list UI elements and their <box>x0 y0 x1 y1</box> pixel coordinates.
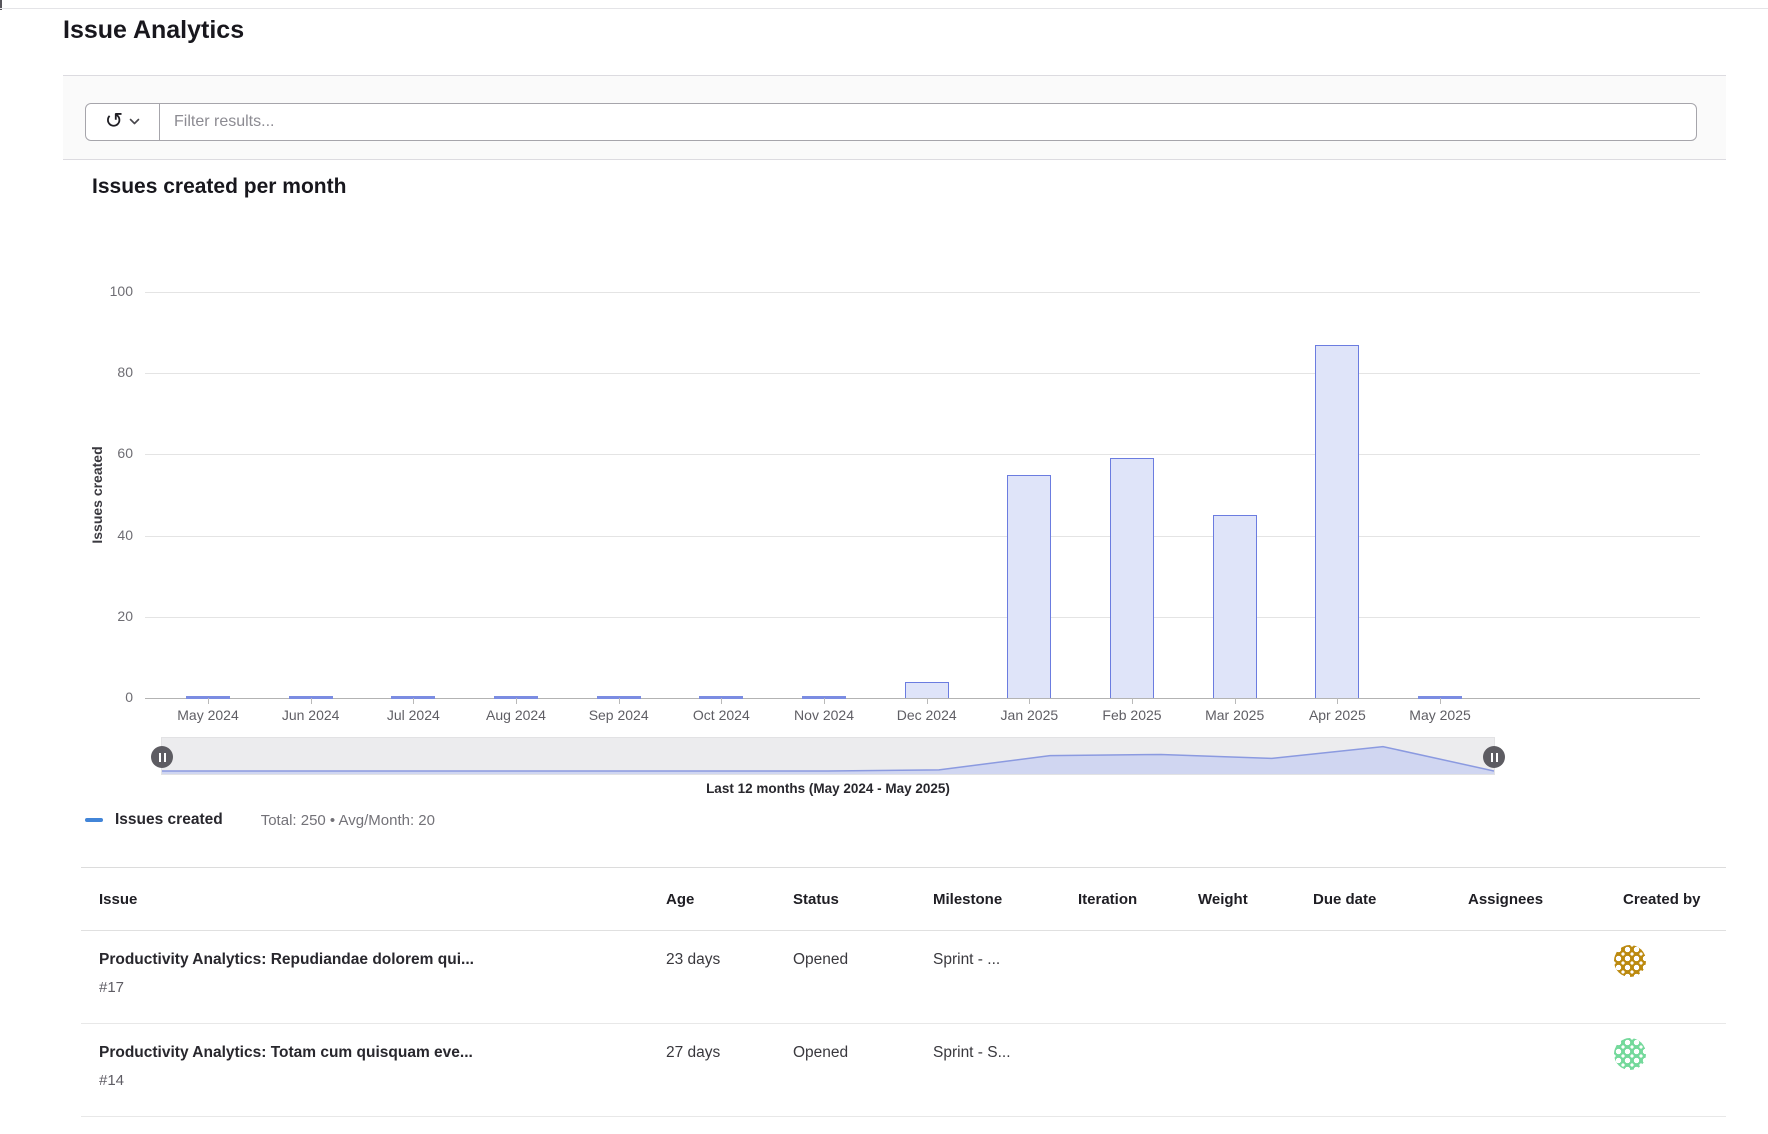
column-header-milestone: Milestone <box>915 891 1060 908</box>
age-cell: 23 days <box>648 948 775 1023</box>
gridline <box>145 617 1700 618</box>
issues-table: IssueAgeStatusMilestoneIterationWeightDu… <box>81 867 1726 1117</box>
x-axis-tick <box>824 698 825 704</box>
filter-input[interactable] <box>160 104 1696 140</box>
column-header-assignees: Assignees <box>1450 891 1605 908</box>
chart-bar[interactable] <box>1213 515 1257 698</box>
gridline <box>145 373 1700 374</box>
column-header-due-date: Due date <box>1295 891 1450 908</box>
chart-bar[interactable] <box>1007 475 1051 698</box>
x-tick-label: Feb 2025 <box>1081 707 1183 723</box>
status-cell: Opened <box>775 1041 915 1116</box>
column-header-created-by: Created by <box>1605 891 1726 908</box>
chart-bar[interactable] <box>905 682 949 698</box>
column-header-issue: Issue <box>81 891 648 908</box>
weight-cell <box>1180 948 1295 1023</box>
table-row: Productivity Analytics: Totam cum quisqu… <box>81 1024 1726 1117</box>
age-cell: 27 days <box>648 1041 775 1116</box>
column-header-age: Age <box>648 891 775 908</box>
weight-cell <box>1180 1041 1295 1116</box>
filter-history-button[interactable]: ↺ <box>86 104 160 140</box>
x-tick-label: Jun 2024 <box>260 707 362 723</box>
slider-minimap <box>162 738 1494 774</box>
y-tick-label: 0 <box>63 689 133 705</box>
chart-bar[interactable] <box>1315 345 1359 698</box>
gridline <box>145 536 1700 537</box>
legend-dash-icon <box>85 818 103 822</box>
x-axis-tick <box>311 698 312 704</box>
x-axis-tick <box>1029 698 1030 704</box>
y-tick-label: 40 <box>63 527 133 543</box>
created-by-cell <box>1605 948 1726 1023</box>
table-header-row: IssueAgeStatusMilestoneIterationWeightDu… <box>81 867 1726 931</box>
x-axis-tick <box>619 698 620 704</box>
x-tick-label: Aug 2024 <box>465 707 567 723</box>
top-divider <box>0 8 1768 9</box>
gridline <box>145 292 1700 293</box>
chart-bar[interactable] <box>1110 458 1154 698</box>
x-tick-label: Apr 2025 <box>1286 707 1388 723</box>
iteration-cell <box>1060 1041 1180 1116</box>
milestone-cell: Sprint - S... <box>915 1041 1060 1116</box>
y-tick-label: 60 <box>63 445 133 461</box>
issue-ref: #14 <box>99 1071 648 1091</box>
x-axis-tick <box>516 698 517 704</box>
column-header-iteration: Iteration <box>1060 891 1180 908</box>
x-tick-label: Oct 2024 <box>670 707 772 723</box>
chart-title: Issues created per month <box>92 175 346 199</box>
x-axis-tick <box>1440 698 1441 704</box>
assignees-cell <box>1450 948 1605 1023</box>
page-title: Issue Analytics <box>63 16 244 45</box>
x-axis-tick <box>208 698 209 704</box>
x-tick-label: Jul 2024 <box>362 707 464 723</box>
filter-input-group: ↺ <box>85 103 1697 141</box>
issue-ref: #17 <box>99 978 648 998</box>
x-tick-label: May 2025 <box>1389 707 1491 723</box>
column-header-status: Status <box>775 891 915 908</box>
issue-cell: Productivity Analytics: Repudiandae dolo… <box>81 948 648 1023</box>
x-axis-tick <box>413 698 414 704</box>
legend-series-label: Issues created <box>115 811 223 829</box>
due-date-cell <box>1295 948 1450 1023</box>
created-by-cell <box>1605 1041 1726 1116</box>
y-tick-label: 100 <box>63 283 133 299</box>
x-axis-tick <box>1132 698 1133 704</box>
x-axis-tick <box>927 698 928 704</box>
iteration-cell <box>1060 948 1180 1023</box>
milestone-cell: Sprint - ... <box>915 948 1060 1023</box>
chevron-down-icon <box>129 118 140 126</box>
x-tick-label: May 2024 <box>157 707 259 723</box>
x-axis-tick <box>1235 698 1236 704</box>
x-axis-line <box>145 698 1700 699</box>
due-date-cell <box>1295 1041 1450 1116</box>
slider-handle-right[interactable] <box>1483 746 1505 768</box>
x-tick-label: Nov 2024 <box>773 707 875 723</box>
x-axis-tick <box>1337 698 1338 704</box>
gridline <box>145 454 1700 455</box>
issue-cell: Productivity Analytics: Totam cum quisqu… <box>81 1041 648 1116</box>
column-header-weight: Weight <box>1180 891 1295 908</box>
creator-avatar[interactable] <box>1614 1038 1646 1070</box>
creator-avatar[interactable] <box>1614 945 1646 977</box>
slider-handle-left[interactable] <box>151 746 173 768</box>
x-axis-tick <box>721 698 722 704</box>
issue-title-link[interactable]: Productivity Analytics: Totam cum quisqu… <box>99 1041 648 1064</box>
assignees-cell <box>1450 1041 1605 1116</box>
status-cell: Opened <box>775 948 915 1023</box>
issue-title-link[interactable]: Productivity Analytics: Repudiandae dolo… <box>99 948 648 971</box>
x-tick-label: Dec 2024 <box>876 707 978 723</box>
chart-legend: Issues created Total: 250 • Avg/Month: 2… <box>85 806 435 834</box>
x-axis-caption: Last 12 months (May 2024 - May 2025) <box>161 781 1495 796</box>
history-icon: ↺ <box>105 110 123 132</box>
y-tick-label: 20 <box>63 608 133 624</box>
x-tick-label: Sep 2024 <box>568 707 670 723</box>
filter-bar: ↺ <box>63 75 1726 160</box>
table-row: Productivity Analytics: Repudiandae dolo… <box>81 931 1726 1024</box>
x-tick-label: Mar 2025 <box>1184 707 1286 723</box>
x-tick-label: Jan 2025 <box>978 707 1080 723</box>
legend-stats: Total: 250 • Avg/Month: 20 <box>261 812 435 829</box>
y-tick-label: 80 <box>63 364 133 380</box>
chart-range-slider[interactable] <box>161 737 1495 775</box>
